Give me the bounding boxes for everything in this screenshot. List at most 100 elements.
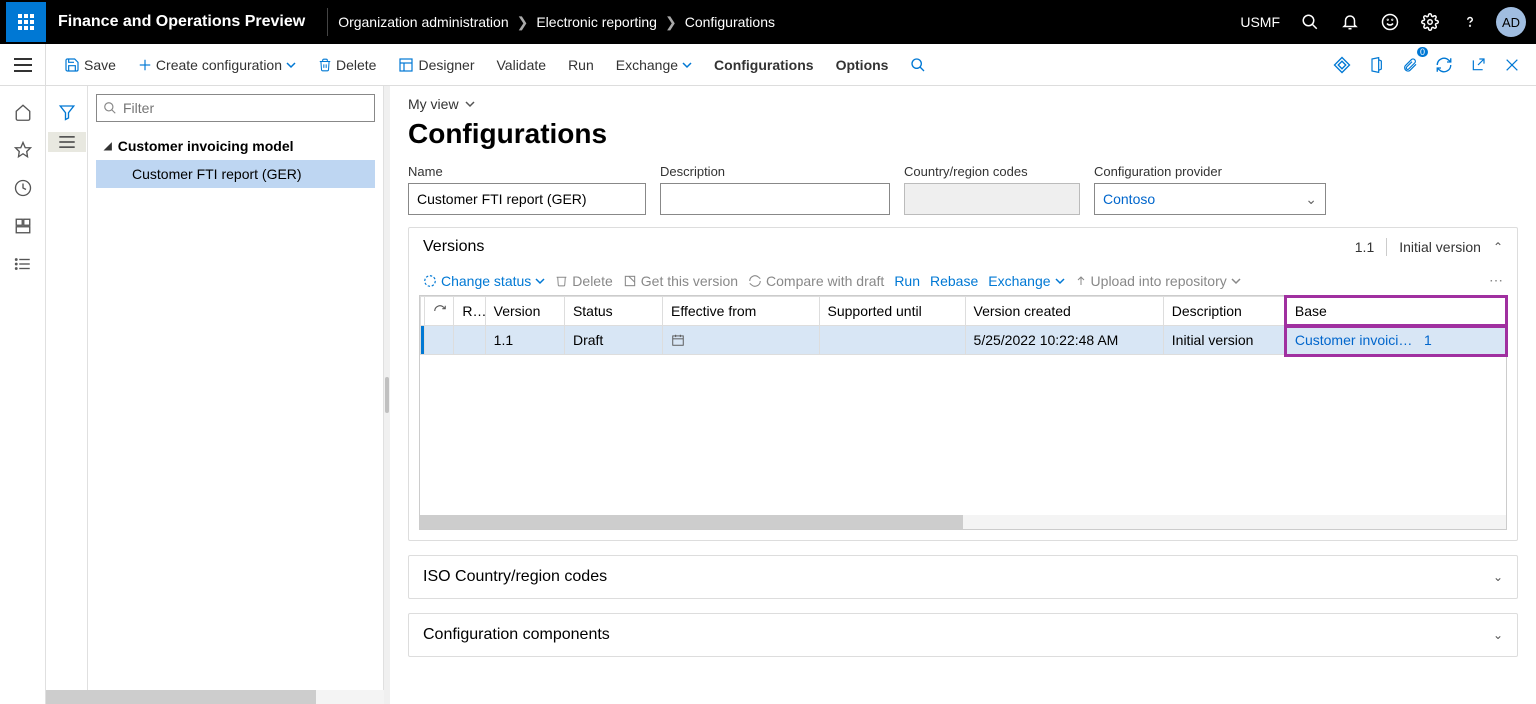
modules-button[interactable] — [7, 248, 39, 280]
splitter[interactable] — [384, 86, 390, 704]
home-button[interactable] — [7, 96, 39, 128]
version-exchange-button[interactable]: Exchange — [988, 273, 1064, 289]
grid-col-version[interactable]: Version — [485, 297, 564, 326]
find-button[interactable] — [900, 51, 936, 79]
versions-toolbar: Change status Delete Get this version Co… — [419, 266, 1507, 295]
grid-col-supported[interactable]: Supported until — [819, 297, 965, 326]
provider-select[interactable]: Contoso ⌄ — [1094, 183, 1326, 215]
notifications-button[interactable] — [1332, 4, 1368, 40]
office-button[interactable] — [1360, 49, 1392, 81]
office-icon — [1368, 56, 1384, 74]
smiley-icon — [1381, 13, 1399, 31]
grid-refresh-header[interactable] — [425, 297, 454, 326]
diamond-button[interactable] — [1326, 49, 1358, 81]
search-button[interactable] — [1292, 4, 1328, 40]
filter-input[interactable] — [123, 100, 368, 116]
components-accordion[interactable]: Configuration components ⌄ — [408, 613, 1518, 657]
iso-accordion[interactable]: ISO Country/region codes ⌄ — [408, 555, 1518, 599]
grid-col-status[interactable]: Status — [564, 297, 662, 326]
grid-header-row: R… Version Status Effective from Support… — [421, 297, 1506, 326]
sidepanel-scrollbar[interactable] — [46, 690, 384, 704]
chevron-right-icon: ❯ — [665, 14, 677, 31]
get-version-button[interactable]: Get this version — [623, 273, 738, 289]
cell-r[interactable] — [454, 326, 485, 355]
iso-accordion-label: ISO Country/region codes — [423, 568, 1493, 586]
description-input[interactable] — [660, 183, 890, 215]
cell-base[interactable]: Customer invoici… 1 — [1286, 326, 1505, 355]
grid-icon — [14, 217, 32, 235]
help-button[interactable] — [1452, 4, 1488, 40]
left-nav-rail — [0, 86, 46, 704]
delete-button[interactable]: Delete — [308, 51, 386, 79]
base-num[interactable]: 1 — [1424, 332, 1432, 348]
workspaces-button[interactable] — [7, 210, 39, 242]
description-label: Description — [660, 164, 890, 179]
settings-button[interactable] — [1412, 4, 1448, 40]
options-tab[interactable]: Options — [826, 51, 899, 79]
base-link[interactable]: Customer invoici… — [1295, 332, 1412, 348]
grid-empty-space — [420, 355, 1506, 515]
grid-horizontal-scrollbar[interactable] — [420, 515, 1506, 529]
refresh-button[interactable] — [1428, 49, 1460, 81]
app-launcher[interactable] — [6, 2, 46, 42]
breadcrumb-item[interactable]: Electronic reporting — [536, 14, 657, 30]
cell-description[interactable]: Initial version — [1163, 326, 1286, 355]
cell-select[interactable] — [425, 326, 454, 355]
validate-button[interactable]: Validate — [487, 51, 557, 79]
feedback-button[interactable] — [1372, 4, 1408, 40]
divider — [1386, 238, 1387, 256]
country-codes-label: Country/region codes — [904, 164, 1080, 179]
cell-created[interactable]: 5/25/2022 10:22:48 AM — [965, 326, 1163, 355]
save-button[interactable]: Save — [54, 51, 126, 79]
version-delete-button[interactable]: Delete — [555, 273, 612, 289]
name-input[interactable] — [408, 183, 646, 215]
upload-button[interactable]: Upload into repository — [1075, 273, 1241, 289]
home-icon — [14, 103, 32, 121]
versions-card-header[interactable]: Versions 1.1 Initial version ⌃ — [409, 228, 1517, 266]
cell-status[interactable]: Draft — [564, 326, 662, 355]
breadcrumb-item[interactable]: Configurations — [685, 14, 775, 30]
configuration-tree: ◢ Customer invoicing model Customer FTI … — [96, 132, 375, 188]
more-button[interactable]: ⋯ — [1489, 272, 1503, 289]
paperclip-icon — [1402, 56, 1418, 74]
change-status-button[interactable]: Change status — [423, 273, 545, 289]
user-avatar[interactable]: AD — [1496, 7, 1526, 37]
grid-col-description[interactable]: Description — [1163, 297, 1286, 326]
versions-card: Versions 1.1 Initial version ⌃ Change st… — [408, 227, 1518, 541]
provider-value: Contoso — [1103, 191, 1155, 207]
question-icon — [1461, 13, 1479, 31]
rebase-button[interactable]: Rebase — [930, 273, 978, 289]
cell-effective[interactable] — [663, 326, 819, 355]
cell-version[interactable]: 1.1 — [485, 326, 564, 355]
chevron-down-icon — [1055, 276, 1065, 286]
filter-pane-button[interactable] — [51, 96, 83, 128]
designer-button[interactable]: Designer — [388, 51, 484, 79]
grid-col-r[interactable]: R… — [454, 297, 485, 326]
grid-col-base[interactable]: Base — [1286, 297, 1505, 326]
recent-button[interactable] — [7, 172, 39, 204]
tree-parent-node[interactable]: ◢ Customer invoicing model — [96, 132, 375, 160]
breadcrumb-item[interactable]: Organization administration — [338, 14, 508, 30]
grid-row[interactable]: 1.1 Draft 5/25/2022 10:22:48 AM Initial … — [421, 326, 1506, 355]
exchange-button[interactable]: Exchange — [606, 51, 702, 79]
configurations-tab[interactable]: Configurations — [704, 51, 824, 79]
view-selector[interactable]: My view — [408, 96, 1518, 112]
compare-button[interactable]: Compare with draft — [748, 273, 884, 289]
grid-col-effective[interactable]: Effective from — [663, 297, 819, 326]
version-run-button[interactable]: Run — [894, 273, 920, 289]
company-code[interactable]: USMF — [1240, 14, 1280, 30]
nav-toggle-button[interactable] — [0, 44, 46, 85]
filter-input-wrapper[interactable] — [96, 94, 375, 122]
chevron-up-icon[interactable]: ⌃ — [1493, 240, 1503, 254]
create-configuration-button[interactable]: Create configuration — [128, 51, 306, 79]
related-pane-button[interactable] — [48, 132, 86, 152]
close-button[interactable] — [1496, 49, 1528, 81]
body: ◢ Customer invoicing model Customer FTI … — [0, 86, 1536, 704]
cell-supported[interactable] — [819, 326, 965, 355]
tree-child-node[interactable]: Customer FTI report (GER) — [96, 160, 375, 188]
grid-col-created[interactable]: Version created — [965, 297, 1163, 326]
attachments-button[interactable]: 0 — [1394, 49, 1426, 81]
popout-button[interactable] — [1462, 49, 1494, 81]
favorites-button[interactable] — [7, 134, 39, 166]
run-button[interactable]: Run — [558, 51, 604, 79]
